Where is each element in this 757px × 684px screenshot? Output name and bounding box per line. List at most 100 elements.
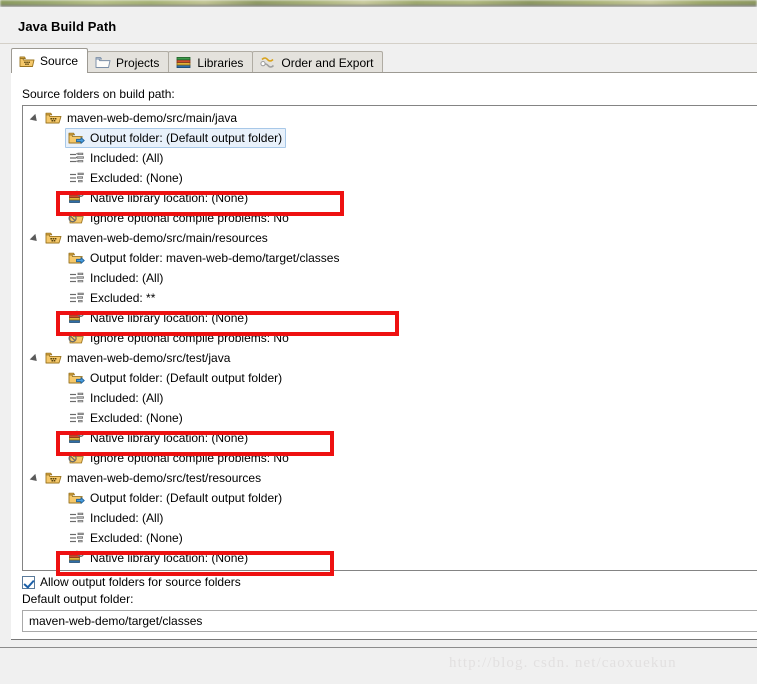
source-folder-icon [45, 110, 62, 126]
tab-source-label: Source [40, 54, 79, 68]
tree-row-label: Native library location: (None) [90, 311, 249, 325]
tree-row-output-folder[interactable]: Output folder: (Default output folder) [23, 128, 757, 148]
tree-row-label: Ignore optional compile problems: No [90, 331, 289, 345]
tree-row-excluded[interactable]: Excluded: ** [23, 288, 757, 308]
order-export-icon [260, 55, 276, 70]
tree-row-label: Included: (All) [90, 511, 164, 525]
tree-row-ignore-problems[interactable]: Ignore optional compile problems: No [23, 328, 757, 348]
tree-row-native-library[interactable]: Native library location: (None) [23, 188, 757, 208]
tree-row-output-folder[interactable]: Output folder: maven-web-demo/target/cla… [23, 248, 757, 268]
expand-arrow-icon[interactable] [31, 473, 42, 484]
source-folders-label: Source folders on build path: [22, 87, 175, 101]
tree-row-label: Output folder: (Default output folder) [90, 371, 283, 385]
tab-source[interactable]: Source [11, 48, 89, 74]
excluded-filter-icon [68, 290, 85, 306]
tab-strip: Source Projects Libraries Order and Expo… [11, 48, 384, 74]
tab-folder: Source Projects Libraries Order and Expo… [11, 48, 757, 74]
tree-row-label: Output folder: (Default output folder) [90, 131, 283, 145]
tree-row-included[interactable]: Included: (All) [23, 148, 757, 168]
pane-bottom-divider [11, 639, 757, 640]
expand-arrow-icon[interactable] [31, 113, 42, 124]
tree-row-excluded[interactable]: Excluded: (None) [23, 408, 757, 428]
title-divider [0, 43, 757, 44]
default-output-folder-input[interactable]: maven-web-demo/target/classes [22, 610, 757, 632]
tree-row-label: Ignore optional compile problems: No [90, 451, 289, 465]
tree-row-source-folder[interactable]: maven-web-demo/src/test/java [23, 348, 757, 368]
tree-row-label: Native library location: (None) [90, 431, 249, 445]
tab-libraries[interactable]: Libraries [168, 51, 254, 73]
tree-row-label: Included: (All) [90, 391, 164, 405]
tab-underline [11, 72, 757, 73]
tree-row-source-folder[interactable]: maven-web-demo/src/test/resources [23, 468, 757, 488]
tree-row-label: Ignore optional compile problems: No [90, 211, 289, 225]
tree-row-output-folder[interactable]: Output folder: (Default output folder) [23, 368, 757, 388]
tree-content: maven-web-demo/src/main/java Output fold… [23, 106, 757, 568]
tree-row-label: Included: (All) [90, 151, 164, 165]
projects-folder-icon [95, 55, 111, 70]
output-folder-icon [68, 370, 85, 386]
allow-output-folders-checkbox-row[interactable]: Allow output folders for source folders [22, 575, 241, 589]
tree-row-native-library[interactable]: Native library location: (None) [23, 308, 757, 328]
selected-row-highlight: Output folder: (Default output folder) [65, 128, 287, 148]
tree-row-included[interactable]: Included: (All) [23, 388, 757, 408]
source-folder-icon [45, 350, 62, 366]
source-folder-icon [19, 54, 35, 69]
tree-row-label: Native library location: (None) [90, 551, 249, 565]
tree-row-label: Excluded: (None) [90, 411, 183, 425]
tree-row-ignore-problems[interactable]: Ignore optional compile problems: No [23, 448, 757, 468]
allow-output-folders-label: Allow output folders for source folders [40, 575, 241, 589]
output-folder-icon [68, 130, 85, 146]
source-tab-pane: Source folders on build path: maven-web-… [11, 73, 757, 640]
default-output-folder-value: maven-web-demo/target/classes [29, 614, 203, 628]
tab-order-and-export-label: Order and Export [281, 55, 374, 70]
tree-row-label: Output folder: maven-web-demo/target/cla… [90, 251, 340, 265]
excluded-filter-icon [68, 530, 85, 546]
expand-arrow-icon[interactable] [31, 233, 42, 244]
tab-projects[interactable]: Projects [87, 51, 170, 73]
ignore-problems-icon [68, 450, 85, 466]
tree-row-source-folder[interactable]: maven-web-demo/src/main/java [23, 108, 757, 128]
ignore-problems-icon [68, 210, 85, 226]
tree-row-label: maven-web-demo/src/test/java [67, 351, 231, 365]
included-filter-icon [68, 150, 85, 166]
desktop-wallpaper-strip [0, 0, 757, 7]
tree-row-label: Excluded: (None) [90, 171, 183, 185]
tree-row-label: maven-web-demo/src/test/resources [67, 471, 262, 485]
included-filter-icon [68, 510, 85, 526]
expand-arrow-icon[interactable] [31, 353, 42, 364]
source-folder-icon [45, 470, 62, 486]
tab-projects-label: Projects [116, 55, 160, 70]
excluded-filter-icon [68, 170, 85, 186]
tree-row-source-folder[interactable]: maven-web-demo/src/main/resources [23, 228, 757, 248]
native-library-icon [68, 430, 85, 446]
tree-row-native-library[interactable]: Native library location: (None) [23, 548, 757, 568]
source-folders-tree[interactable]: maven-web-demo/src/main/java Output fold… [22, 105, 757, 571]
tree-row-included[interactable]: Included: (All) [23, 268, 757, 288]
included-filter-icon [68, 390, 85, 406]
output-folder-icon [68, 250, 85, 266]
tree-row-label: Excluded: ** [90, 291, 156, 305]
page-title: Java Build Path [18, 19, 117, 34]
tab-libraries-label: Libraries [197, 55, 244, 70]
tree-row-excluded[interactable]: Excluded: (None) [23, 168, 757, 188]
tree-row-native-library[interactable]: Native library location: (None) [23, 428, 757, 448]
native-library-icon [68, 550, 85, 566]
default-output-folder-label: Default output folder: [22, 592, 134, 606]
native-library-icon [68, 310, 85, 326]
excluded-filter-icon [68, 410, 85, 426]
tree-row-included[interactable]: Included: (All) [23, 508, 757, 528]
java-build-path-dialog: Java Build Path Source Projects Librarie… [0, 7, 757, 647]
tab-order-and-export[interactable]: Order and Export [252, 51, 384, 73]
tree-row-label: Output folder: (Default output folder) [90, 491, 283, 505]
included-filter-icon [68, 270, 85, 286]
watermark-text: http://blog. csdn. net/caoxuekun [449, 655, 677, 671]
tree-row-excluded[interactable]: Excluded: (None) [23, 528, 757, 548]
source-folder-icon [45, 230, 62, 246]
native-library-icon [68, 190, 85, 206]
tree-row-output-folder[interactable]: Output folder: (Default output folder) [23, 488, 757, 508]
tree-row-label: Excluded: (None) [90, 531, 183, 545]
ignore-problems-icon [68, 330, 85, 346]
tree-row-ignore-problems[interactable]: Ignore optional compile problems: No [23, 208, 757, 228]
allow-output-folders-checkbox[interactable] [22, 575, 35, 589]
libraries-books-icon [176, 55, 192, 70]
